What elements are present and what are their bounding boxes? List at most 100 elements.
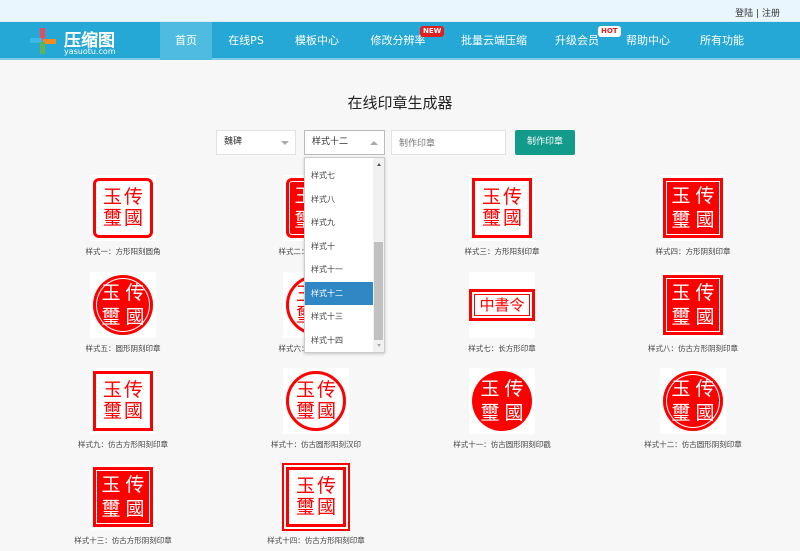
stamp-caption: 样式八：仿古方形阴刻印章 <box>648 344 738 353</box>
stamp-seal: 玉传璽國 <box>286 371 346 431</box>
dropdown-scrollbar[interactable] <box>373 158 384 352</box>
nav-item[interactable]: 在线PS <box>218 22 274 60</box>
stamp-char: 传 <box>504 377 524 400</box>
scroll-up-icon[interactable] <box>377 163 381 166</box>
stamp-seal: 玉传璽國 <box>663 275 723 335</box>
nav-item[interactable]: 批量云端压缩 <box>446 22 542 60</box>
dropdown-option[interactable]: 样式十二 <box>305 281 374 305</box>
stamp-char: 玉 <box>671 184 691 207</box>
stamp-char: 璽 <box>295 496 315 518</box>
stamp-char: 传 <box>695 281 715 304</box>
stamp-item[interactable]: 玉传璽國样式九：仿古方形阳刻印章 <box>38 368 208 450</box>
stamp-char: 玉 <box>295 475 315 497</box>
stamp-caption: 样式十一：仿古圆形阴刻印戳 <box>453 440 551 449</box>
logo-cross-icon <box>30 28 56 54</box>
nav-item[interactable]: 所有功能 <box>690 22 754 60</box>
stamp-char: 璽 <box>102 207 122 229</box>
stamp-text-input[interactable] <box>391 130 506 155</box>
stamp-seal: 玉传璽國 <box>472 371 532 431</box>
nav-badge: HOT <box>598 26 621 37</box>
stamp-caption: 样式一：方形阳刻圆角 <box>85 247 161 256</box>
top-bar: 登陆 | 注册 <box>0 0 800 22</box>
stamp-char: 玉 <box>102 379 122 401</box>
stamp-item[interactable]: 玉传璽國样式十三：仿古方形阴刻印章 <box>38 464 208 546</box>
stamp-seal: 玉传璽國 <box>663 178 723 238</box>
stamp-seal: 玉传璽國 <box>93 371 153 431</box>
nav-item[interactable]: 帮助中心 <box>620 22 676 60</box>
stamp-preview: 中書令 <box>469 272 535 338</box>
main-nav: 压缩图 yasuotu.com 首页 在线PS 模板中心 修改分辨率 NEW 批量云端压缩… <box>0 22 800 60</box>
stamp-char: 玉 <box>102 186 122 208</box>
stamp-item[interactable]: 玉传璽國样式八：仿古方形阴刻印章 <box>608 272 778 354</box>
stamp-char: 璽 <box>102 400 122 422</box>
stamp-char: 玉 <box>671 377 691 400</box>
logo-domain: yasuotu.com <box>64 47 116 56</box>
stamp-char: 國 <box>695 208 715 231</box>
auth-links: 登陆 | 注册 <box>735 6 780 19</box>
dropdown-option[interactable]: 样式十四 <box>305 329 374 352</box>
nav-item[interactable]: 首页 <box>160 22 212 60</box>
stamp-char: 國 <box>502 207 522 229</box>
stamp-preview: 玉传璽國 <box>660 175 726 241</box>
style-select[interactable]: 样式十二 <box>304 130 385 155</box>
dropdown-option[interactable]: 样式八 <box>305 188 374 211</box>
dropdown-option[interactable]: 样式十三 <box>305 305 374 328</box>
stamp-item[interactable]: 玉传璽國样式一：方形阳刻圆角 <box>38 175 208 257</box>
stamp-char: 玉 <box>101 473 121 496</box>
stamp-char: 國 <box>316 496 336 518</box>
dropdown-option[interactable]: 样式十 <box>305 235 374 258</box>
stamp-item[interactable]: 玉传璽國样式十二：仿古圆形阴刻印章 <box>608 368 778 450</box>
stamp-item[interactable]: 玉传璽國样式四：方形阴刻印章 <box>608 175 778 257</box>
logo[interactable]: 压缩图 yasuotu.com <box>30 26 130 58</box>
stamp-item[interactable]: 玉传璽國样式五：圆形阴刻印章 <box>38 272 208 354</box>
login-link[interactable]: 登陆 <box>735 9 753 19</box>
scrollbar-thumb[interactable] <box>374 242 383 340</box>
stamp-char: 传 <box>502 186 522 208</box>
stamp-seal: 中書令 <box>469 289 535 321</box>
stamp-char: 國 <box>504 401 524 424</box>
nav-item[interactable]: 修改分辨率 NEW <box>358 22 445 60</box>
dropdown-option[interactable]: 样式七 <box>305 164 374 187</box>
stamp-caption: 样式九：仿古方形阳刻印章 <box>78 440 168 449</box>
stamp-char: 國 <box>123 400 143 422</box>
scroll-down-icon[interactable] <box>377 344 381 347</box>
stamp-preview: 玉传璽國 <box>90 464 156 530</box>
nav-item[interactable]: 模板中心 <box>280 22 354 60</box>
stamp-item[interactable]: 玉传璽國样式三：方形阳刻印章 <box>417 175 587 257</box>
nav-item[interactable]: 升级会员 HOT <box>540 22 621 60</box>
stamp-seal: 玉传璽國 <box>93 178 153 238</box>
chevron-down-icon <box>281 141 289 145</box>
stamp-preview: 玉传璽國 <box>90 175 156 241</box>
nav-item-label: 在线PS <box>228 34 264 47</box>
stamp-char: 國 <box>695 305 715 328</box>
stamp-seal: 玉传璽國 <box>663 371 723 431</box>
font-select[interactable]: 魏碑 <box>216 130 296 155</box>
stamp-char: 璽 <box>101 497 121 520</box>
stamp-caption: 样式十三：仿古方形阴刻印章 <box>74 536 172 545</box>
stamp-char: 國 <box>125 305 145 328</box>
stamp-caption: 样式七：长方形印章 <box>468 344 536 353</box>
stamp-char: 玉 <box>101 281 121 304</box>
stamp-preview: 玉传璽國 <box>282 463 350 531</box>
stamp-char: 玉 <box>295 379 315 401</box>
stamp-char: 璽 <box>671 401 691 424</box>
stamp-item[interactable]: 玉传璽國样式十：仿古圆形阳刻汉印 <box>231 368 401 450</box>
stamp-char: 璽 <box>101 305 121 328</box>
stamp-caption: 样式四：方形阴刻印章 <box>655 247 731 256</box>
stamp-item[interactable]: 玉传璽國样式十一：仿古圆形阴刻印戳 <box>417 368 587 450</box>
stamp-char: 传 <box>695 377 715 400</box>
stamp-item[interactable]: 中書令样式七：长方形印章 <box>417 272 587 354</box>
dropdown-option[interactable]: 样式九 <box>305 211 374 234</box>
register-link[interactable]: 注册 <box>762 9 780 19</box>
make-stamp-button[interactable]: 制作印章 <box>515 130 575 155</box>
stamp-caption: 样式三：方形阳刻印章 <box>464 247 540 256</box>
stamp-char: 传 <box>123 379 143 401</box>
nav-badge: NEW <box>420 26 445 37</box>
separator: | <box>756 9 760 19</box>
dropdown-option[interactable]: 样式十一 <box>305 258 374 281</box>
stamp-char: 璽 <box>481 207 501 229</box>
stamp-preview: 玉传璽國 <box>469 175 535 241</box>
stamp-item[interactable]: 玉传璽國样式十四：仿古方形阳刻印章 <box>231 463 401 546</box>
nav-item-label: 所有功能 <box>700 34 744 47</box>
stamp-char: 璽 <box>295 400 315 422</box>
